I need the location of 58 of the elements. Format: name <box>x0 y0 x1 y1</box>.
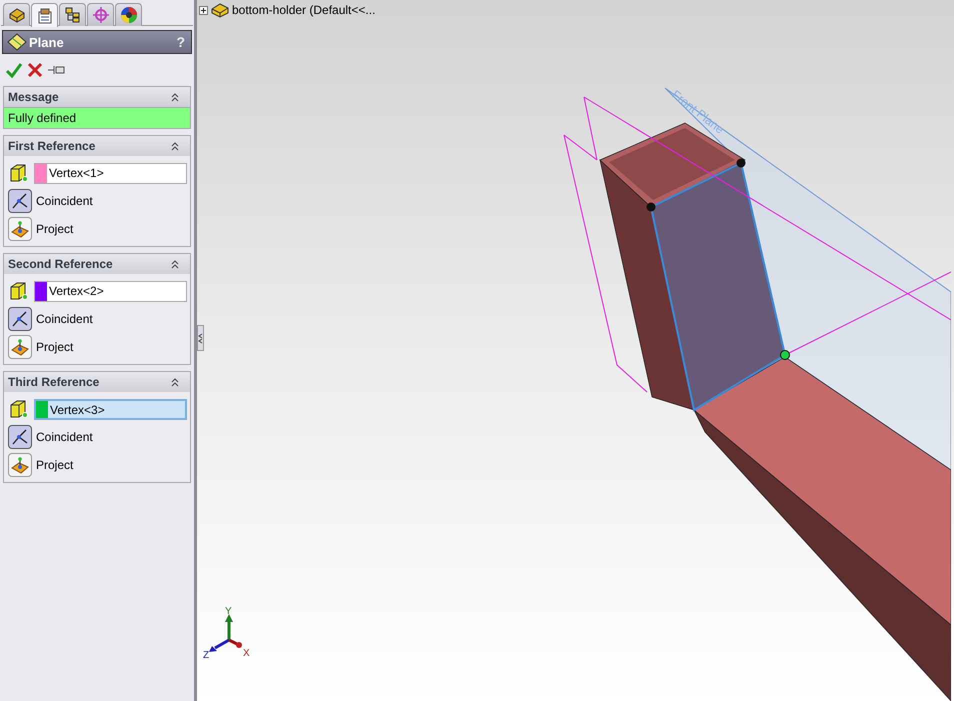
panel-tab[interactable] <box>59 3 86 26</box>
option-label: Project <box>36 222 74 236</box>
property-sheet-icon <box>36 6 54 24</box>
constraint-button[interactable] <box>8 217 32 241</box>
project-icon <box>11 456 29 474</box>
group-header[interactable]: First Reference <box>4 136 190 156</box>
part-icon <box>210 1 230 19</box>
collapse-icon[interactable] <box>170 92 180 102</box>
constraint-button[interactable] <box>8 335 32 359</box>
panel-tab[interactable] <box>115 3 142 26</box>
part-icon <box>8 6 26 24</box>
pushpin-icon[interactable] <box>47 63 67 77</box>
project-icon <box>11 220 29 238</box>
coincident-icon <box>11 428 29 446</box>
group-title: Message <box>8 90 59 104</box>
selection-field[interactable]: Vertex<1> <box>34 162 187 184</box>
group-header[interactable]: Message <box>4 87 190 107</box>
vertex-point[interactable] <box>736 158 746 168</box>
collapse-icon[interactable] <box>170 259 180 269</box>
group-title: Third Reference <box>8 375 100 389</box>
color-wheel-icon <box>120 6 138 24</box>
option-label: Project <box>36 458 74 472</box>
option-label: Coincident <box>36 194 93 208</box>
cube-icon <box>8 162 30 184</box>
constraint-button[interactable] <box>8 189 32 213</box>
panel-collapse-handle-icon[interactable] <box>197 325 204 351</box>
constraint-button[interactable] <box>8 307 32 331</box>
option-label: Project <box>36 340 74 354</box>
axis-triad-drawing: Y Z X <box>203 606 259 662</box>
panel-tab[interactable] <box>3 3 30 26</box>
project-icon <box>11 338 29 356</box>
coincident-icon <box>11 192 29 210</box>
coincident-icon <box>11 310 29 328</box>
tree-item-label[interactable]: bottom-holder (Default<<... <box>232 3 376 17</box>
panel-tab[interactable] <box>31 3 58 27</box>
status-message: Fully defined <box>4 107 190 128</box>
plane-icon <box>7 33 27 51</box>
ok-checkmark-icon[interactable] <box>5 62 23 78</box>
configuration-tree-icon <box>64 6 82 24</box>
group-title: First Reference <box>8 139 96 153</box>
vertex-point[interactable] <box>780 350 790 360</box>
cube-icon <box>8 280 30 302</box>
expand-button[interactable] <box>199 6 208 14</box>
crosshair-icon <box>92 6 110 24</box>
cube-icon <box>8 398 30 420</box>
group-header[interactable]: Second Reference <box>4 254 190 274</box>
panel-title: Plane <box>29 34 65 50</box>
selection-field[interactable]: Vertex<2> <box>34 280 187 302</box>
option-label: Coincident <box>36 312 93 326</box>
collapse-icon[interactable] <box>170 141 180 151</box>
constraint-button[interactable] <box>8 425 32 449</box>
collapse-icon[interactable] <box>170 377 180 387</box>
group-header[interactable]: Third Reference <box>4 372 190 392</box>
selection-field[interactable]: Vertex<3> <box>34 398 187 420</box>
option-label: Coincident <box>36 430 93 444</box>
constraint-button[interactable] <box>8 453 32 477</box>
cancel-icon[interactable] <box>27 62 43 78</box>
group-title: Second Reference <box>8 257 113 271</box>
